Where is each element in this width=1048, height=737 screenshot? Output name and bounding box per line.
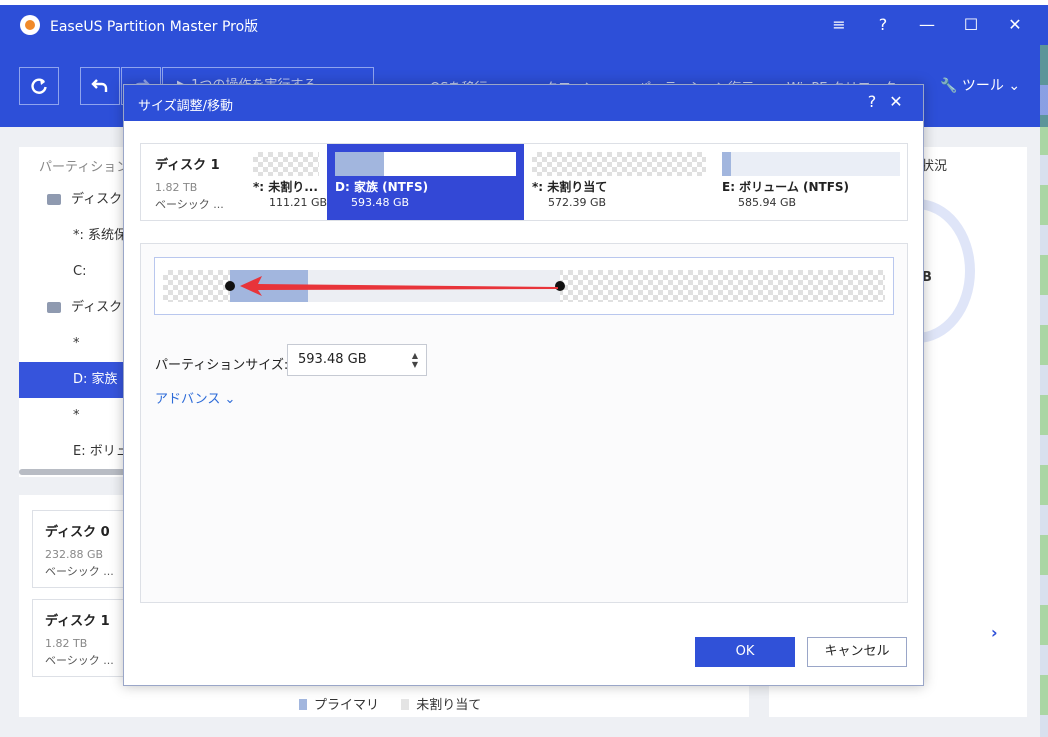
refresh-icon bbox=[31, 78, 47, 94]
horizontal-scrollbar[interactable] bbox=[19, 469, 129, 475]
segment-unallocated-1[interactable]: *: 未割り... 111.21 GB bbox=[245, 144, 327, 220]
size-stepper[interactable]: ▲ ▼ bbox=[412, 351, 418, 369]
segment-bar bbox=[253, 152, 319, 176]
dialog-header: サイズ調整/移動 ? ✕ bbox=[124, 85, 923, 121]
legend: プライマリ 未割り当て bbox=[299, 694, 481, 713]
legend-primary-label: プライマリ bbox=[314, 698, 380, 713]
segment-size: 593.48 GB bbox=[351, 196, 410, 209]
disk-layout-strip: ディスク 1 1.82 TB ベーシック ... *: 未割り... 111.2… bbox=[140, 143, 908, 221]
maximize-icon[interactable]: ☐ bbox=[959, 13, 983, 37]
resize-move-dialog: サイズ調整/移動 ? ✕ ディスク 1 1.82 TB ベーシック ... *:… bbox=[123, 84, 924, 686]
segment-bar bbox=[335, 152, 516, 176]
tree-item-label: D: 家族 bbox=[73, 372, 118, 387]
segment-unallocated-2[interactable]: *: 未割り当て 572.39 GB bbox=[524, 144, 714, 220]
cancel-button[interactable]: キャンセル bbox=[807, 637, 907, 667]
help-icon[interactable]: ? bbox=[871, 13, 895, 37]
segment-d-family[interactable]: D: 家族 (NTFS) 593.48 GB bbox=[327, 144, 524, 220]
partition-size-label: パーティションサイズ: bbox=[155, 358, 289, 373]
chevron-down-icon: ⌄ bbox=[1008, 78, 1021, 94]
close-icon[interactable]: ✕ bbox=[1003, 13, 1027, 37]
dialog-body: パーティションサイズ: 593.48 GB ▲ ▼ アドバンス ⌄ bbox=[140, 243, 908, 603]
tools-menu-button[interactable]: 🔧 ツール ⌄ bbox=[940, 75, 1020, 95]
partition-resizer[interactable] bbox=[154, 257, 894, 315]
undo-icon bbox=[91, 79, 108, 92]
segment-name: *: 未割り... bbox=[253, 180, 318, 194]
tree-item-label: * bbox=[73, 336, 80, 351]
dialog-close-icon[interactable]: ✕ bbox=[886, 92, 906, 112]
advanced-label: アドバンス bbox=[155, 392, 221, 407]
partition-size-input[interactable]: 593.48 GB ▲ ▼ bbox=[287, 344, 427, 376]
segment-name: E: ボリューム (NTFS) bbox=[722, 180, 850, 194]
segment-e-volume[interactable]: E: ボリューム (NTFS) 585.94 GB bbox=[714, 144, 908, 220]
partition-column-header: パーティション bbox=[39, 160, 130, 175]
stepper-up-icon[interactable]: ▲ bbox=[412, 351, 418, 360]
status-title: 状況 bbox=[921, 159, 948, 174]
tree-item-label: * bbox=[73, 408, 80, 423]
wrench-icon: 🔧 bbox=[940, 78, 958, 94]
tree-item-label: C: bbox=[73, 264, 87, 279]
segment-bar bbox=[722, 152, 900, 176]
tools-label: ツール bbox=[961, 78, 1004, 94]
segment-size: 585.94 GB bbox=[738, 196, 797, 209]
segment-bar bbox=[532, 152, 706, 176]
segment-used-fill bbox=[722, 152, 731, 176]
legend-unallocated-label: 未割り当て bbox=[416, 698, 482, 713]
chevron-down-icon: ⌄ bbox=[224, 392, 236, 407]
minimize-icon[interactable]: — bbox=[915, 13, 939, 37]
background-window-edge bbox=[1040, 45, 1048, 737]
disk-icon bbox=[47, 194, 61, 205]
segment-size: 111.21 GB bbox=[269, 196, 328, 209]
tree-item-label: *: 系统保 bbox=[73, 228, 128, 243]
partition-size-value: 593.48 GB bbox=[298, 352, 367, 367]
menu-icon[interactable]: ≡ bbox=[827, 13, 851, 37]
resizer-track[interactable] bbox=[163, 270, 885, 302]
drag-arrow-annotation bbox=[240, 276, 558, 296]
dialog-help-icon[interactable]: ? bbox=[862, 92, 882, 112]
app-logo-icon bbox=[20, 15, 40, 35]
disk-icon bbox=[47, 302, 61, 313]
ok-button[interactable]: OK bbox=[695, 637, 795, 667]
segment-name: *: 未割り当て bbox=[532, 180, 608, 194]
primary-swatch bbox=[299, 699, 307, 710]
chevron-right-icon[interactable]: › bbox=[991, 623, 998, 642]
refresh-button[interactable] bbox=[19, 67, 59, 105]
dialog-title: サイズ調整/移動 bbox=[138, 99, 233, 114]
title-bar: EaseUS Partition Master Pro版 ≡ ? — ☐ ✕ bbox=[0, 5, 1048, 45]
segment-size: 572.39 GB bbox=[548, 196, 607, 209]
stepper-down-icon[interactable]: ▼ bbox=[412, 360, 418, 369]
advanced-toggle[interactable]: アドバンス ⌄ bbox=[155, 388, 235, 407]
unallocated-swatch bbox=[401, 699, 410, 710]
left-resize-handle[interactable] bbox=[225, 281, 235, 291]
segment-used-fill bbox=[335, 152, 384, 176]
undo-button[interactable] bbox=[80, 67, 120, 105]
segment-name: D: 家族 (NTFS) bbox=[335, 180, 429, 194]
app-title: EaseUS Partition Master Pro版 bbox=[50, 19, 259, 35]
